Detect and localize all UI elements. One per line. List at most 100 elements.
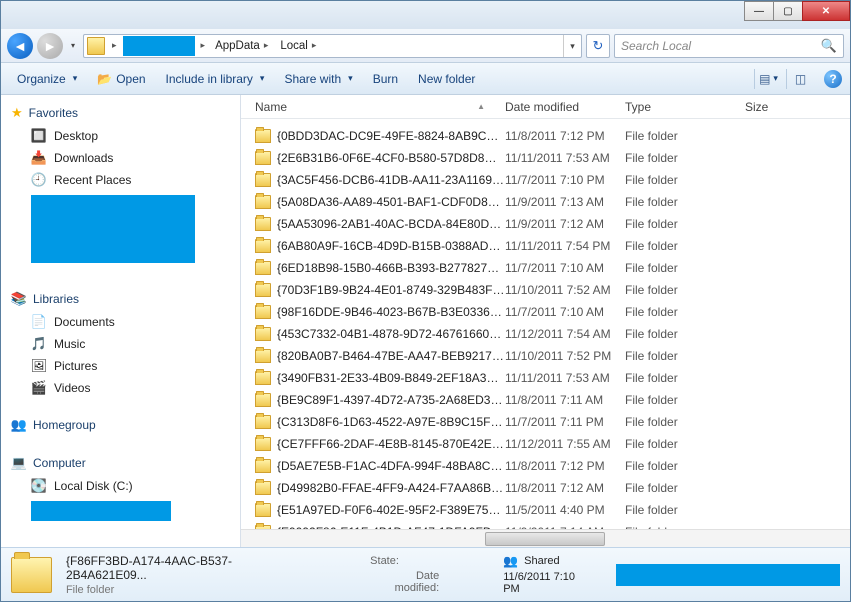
back-button[interactable]: ◄ — [7, 33, 33, 59]
file-row[interactable]: {6ED18B98-15B0-466B-B393-B277827E704...1… — [241, 257, 850, 279]
file-name: {3490FB31-2E33-4B09-B849-2EF18A30CC... — [277, 371, 505, 385]
file-type: File folder — [625, 503, 745, 517]
file-name: {0BDD3DAC-DC9E-49FE-8824-8AB9C75F... — [277, 129, 505, 143]
file-type: File folder — [625, 217, 745, 231]
folder-icon — [255, 261, 271, 275]
folder-icon — [255, 305, 271, 319]
file-row[interactable]: {CE7FFF66-2DAF-4E8B-8145-870E42E93A...11… — [241, 433, 850, 455]
file-row[interactable]: {0BDD3DAC-DC9E-49FE-8824-8AB9C75F...11/8… — [241, 125, 850, 147]
preview-pane-button[interactable]: ◫ — [786, 69, 814, 89]
sidebar-item-recent-places[interactable]: 🕘Recent Places — [3, 169, 240, 191]
sidebar-item-music[interactable]: 🎵Music — [3, 333, 240, 355]
close-button[interactable]: ✕ — [802, 1, 850, 21]
favorites-header[interactable]: ★Favorites — [3, 101, 240, 125]
new-folder-button[interactable]: New folder — [410, 69, 483, 89]
titlebar: — ▢ ✕ — [1, 1, 850, 29]
file-row[interactable]: {2E6B31B6-0F6E-4CF0-B580-57D8D8DCA...11/… — [241, 147, 850, 169]
file-row[interactable]: {BE9C89F1-4397-4D72-A735-2A68ED39FA...11… — [241, 389, 850, 411]
file-date: 11/11/2011 7:54 PM — [505, 239, 625, 253]
search-input[interactable]: Search Local 🔍 — [614, 34, 844, 58]
file-row[interactable]: {5AA53096-2AB1-40AC-BCDA-84E80D7F...11/9… — [241, 213, 850, 235]
open-button[interactable]: 📂Open — [89, 69, 153, 89]
file-name: {5A08DA36-AA89-4501-BAF1-CDF0D89E... — [277, 195, 505, 209]
sidebar-item-documents[interactable]: 📄Documents — [3, 311, 240, 333]
selected-item-name: {F86FF3BD-A174-4AAC-B537-2B4A621E09... — [66, 554, 306, 582]
history-dropdown[interactable]: ▾ — [67, 41, 79, 50]
file-name: {6ED18B98-15B0-466B-B393-B277827E704... — [277, 261, 505, 275]
maximize-button[interactable]: ▢ — [773, 1, 803, 21]
file-row[interactable]: {98F16DDE-9B46-4023-B67B-B3E0336834...11… — [241, 301, 850, 323]
chevron-right-icon[interactable]: ▸ — [308, 40, 321, 51]
file-name: {6AB80A9F-16CB-4D9D-B15B-0388AD6A... — [277, 239, 505, 253]
file-row[interactable]: {E9092F86-E11F-4B1D-AF47-1DFA9FD38E...11… — [241, 521, 850, 529]
homegroup-header[interactable]: 👥Homegroup — [3, 413, 240, 437]
help-icon[interactable]: ? — [824, 70, 842, 88]
view-options-button[interactable]: ▤ — [754, 69, 782, 89]
file-row[interactable]: {D5AE7E5B-F1AC-4DFA-994F-48BA8C021...11/… — [241, 455, 850, 477]
shared-icon: 👥 — [503, 554, 518, 568]
file-row[interactable]: {70D3F1B9-9B24-4E01-8749-329B483F4A...11… — [241, 279, 850, 301]
column-name[interactable]: Name▲ — [255, 100, 505, 114]
pictures-icon: 🖼 — [31, 358, 47, 374]
desktop-icon: 🔲 — [31, 128, 47, 144]
folder-icon — [255, 173, 271, 187]
share-with-button[interactable]: Share with — [276, 69, 360, 89]
computer-icon: 💻 — [11, 455, 27, 471]
address-dropdown[interactable]: ▾ — [563, 35, 581, 57]
redacted-segment — [123, 36, 195, 56]
breadcrumb-appdata[interactable]: AppData▸ — [209, 35, 274, 57]
breadcrumb-local[interactable]: Local▸ — [274, 35, 322, 57]
file-name: {C313D8F6-1D63-4522-A97E-8B9C15F984... — [277, 415, 505, 429]
downloads-icon: 📥 — [31, 150, 47, 166]
file-row[interactable]: {C313D8F6-1D63-4522-A97E-8B9C15F984...11… — [241, 411, 850, 433]
scrollbar-thumb[interactable] — [485, 532, 605, 546]
column-date[interactable]: Date modified — [505, 100, 625, 114]
folder-icon — [255, 349, 271, 363]
file-date: 11/10/2011 7:52 AM — [505, 283, 625, 297]
sidebar-item-videos[interactable]: 🎬Videos — [3, 377, 240, 399]
folder-icon — [255, 239, 271, 253]
chevron-right-icon[interactable]: ▸ — [260, 40, 273, 51]
forward-button[interactable]: ► — [37, 33, 63, 59]
libraries-header[interactable]: 📚Libraries — [3, 287, 240, 311]
sidebar-item-local-disk[interactable]: 💽Local Disk (C:) — [3, 475, 240, 497]
file-row[interactable]: {3490FB31-2E33-4B09-B849-2EF18A30CC...11… — [241, 367, 850, 389]
file-date: 11/7/2011 7:11 PM — [505, 415, 625, 429]
burn-button[interactable]: Burn — [365, 69, 406, 89]
file-row[interactable]: {E51A97ED-F0F6-402E-95F2-F389E75987D6}11… — [241, 499, 850, 521]
file-row[interactable]: {5A08DA36-AA89-4501-BAF1-CDF0D89E...11/9… — [241, 191, 850, 213]
file-type: File folder — [625, 437, 745, 451]
organize-button[interactable]: Organize — [9, 69, 85, 89]
command-bar: Organize 📂Open Include in library Share … — [1, 63, 850, 95]
recent-icon: 🕘 — [31, 172, 47, 188]
file-row[interactable]: {453C7332-04B1-4878-9D72-467616608B64}11… — [241, 323, 850, 345]
search-icon[interactable]: 🔍 — [821, 38, 837, 54]
file-type: File folder — [625, 283, 745, 297]
homegroup-icon: 👥 — [11, 417, 27, 433]
refresh-button[interactable]: ↻ — [586, 34, 610, 58]
computer-header[interactable]: 💻Computer — [3, 451, 240, 475]
file-row[interactable]: {820BA0B7-B464-47BE-AA47-BEB92174A...11/… — [241, 345, 850, 367]
column-type[interactable]: Type — [625, 100, 745, 114]
chevron-right-icon[interactable]: ▸ — [197, 40, 210, 51]
chevron-right-icon[interactable]: ▸ — [108, 40, 121, 51]
file-type: File folder — [625, 151, 745, 165]
file-type: File folder — [625, 481, 745, 495]
sidebar-item-desktop[interactable]: 🔲Desktop — [3, 125, 240, 147]
column-size[interactable]: Size — [745, 100, 805, 114]
file-row[interactable]: {6AB80A9F-16CB-4D9D-B15B-0388AD6A...11/1… — [241, 235, 850, 257]
redacted-block — [31, 195, 195, 263]
file-name: {98F16DDE-9B46-4023-B67B-B3E0336834... — [277, 305, 505, 319]
explorer-window: — ▢ ✕ ◄ ► ▾ ▸ ▸ AppData▸ Local▸ ▾ ↻ Sear… — [0, 0, 851, 602]
file-row[interactable]: {3AC5F456-DCB6-41DB-AA11-23A116926...11/… — [241, 169, 850, 191]
file-row[interactable]: {D49982B0-FFAE-4FF9-A424-F7AA86B1...11/8… — [241, 477, 850, 499]
folder-icon — [255, 437, 271, 451]
sidebar-item-pictures[interactable]: 🖼Pictures — [3, 355, 240, 377]
file-type: File folder — [625, 415, 745, 429]
sidebar-item-downloads[interactable]: 📥Downloads — [3, 147, 240, 169]
address-bar[interactable]: ▸ ▸ AppData▸ Local▸ ▾ — [83, 34, 582, 58]
horizontal-scrollbar[interactable] — [241, 529, 850, 547]
file-list[interactable]: {0BDD3DAC-DC9E-49FE-8824-8AB9C75F...11/8… — [241, 119, 850, 529]
minimize-button[interactable]: — — [744, 1, 774, 21]
include-library-button[interactable]: Include in library — [158, 69, 273, 89]
